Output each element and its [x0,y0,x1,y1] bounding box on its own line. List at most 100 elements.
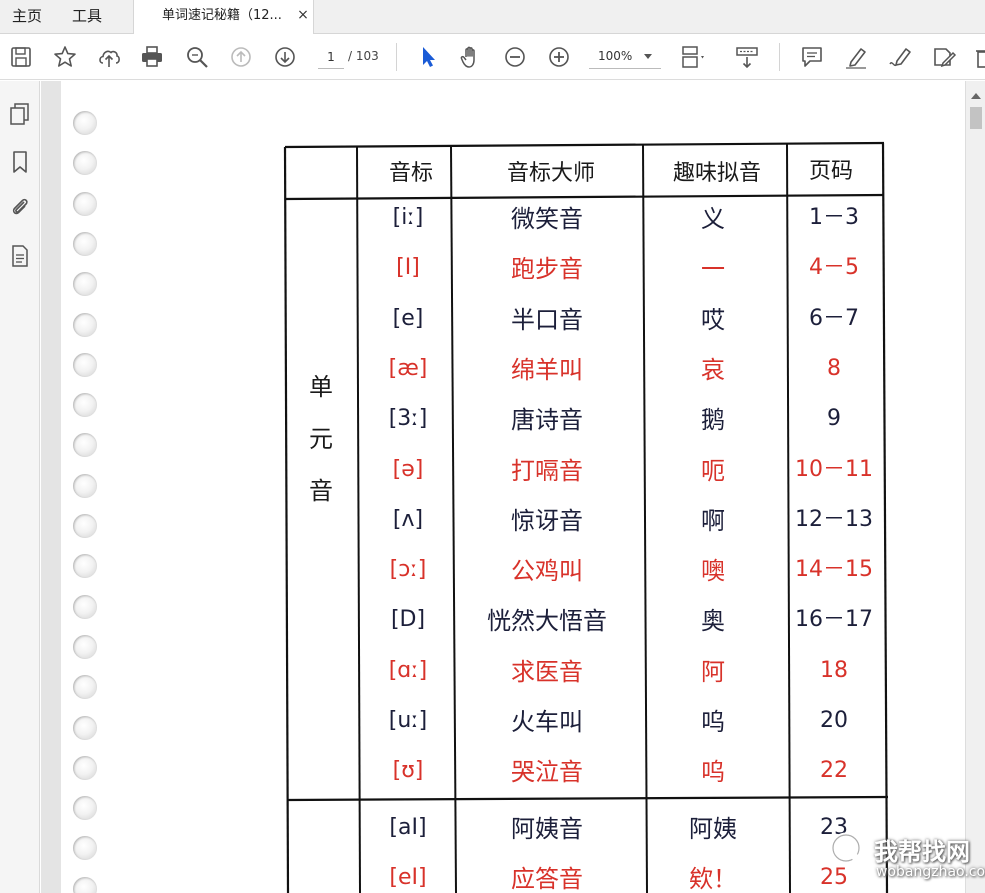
table-cell-sound: 阿姨 [689,814,737,843]
table-cell-pages: 22 [820,758,848,784]
table-cell-sound: 呜 [701,758,725,787]
table-cell-symbol: [ʌ] [392,506,424,532]
table-cell-symbol: [D] [390,607,426,633]
tab-bar: 主页 工具 单词速记秘籍（12... × [0,0,985,35]
table-cell-symbol: [e] [392,305,424,331]
table-cell-sound: 哎 [701,305,725,334]
table-cell-name: 恍然大悟音 [487,607,607,636]
table-cell-name: 公鸡叫 [511,557,583,586]
print-icon[interactable] [138,43,166,71]
table-cell-name: 微笑音 [511,205,583,233]
zoom-value: 100% [598,49,633,63]
document-viewport[interactable]: 音标 音标大师 趣味拟音 页码 单 元 音 [iː] 微笑音 义 1－3 [I] 跑步音 一… [41,81,965,893]
attachment-icon[interactable] [7,194,33,220]
toolbar-divider [396,43,397,71]
page-up-icon[interactable] [227,43,255,71]
table-cell-symbol: [ɔː] [389,557,427,583]
zoom-out-icon[interactable] [501,43,529,71]
zoom-search-icon[interactable] [183,43,211,71]
zoom-in-icon[interactable] [545,43,573,71]
page-total: / 103 [348,49,379,63]
close-icon[interactable]: × [296,8,310,22]
table-cell-name: 火车叫 [511,708,583,736]
chevron-down-icon [644,54,652,59]
scroll-up-arrow-icon[interactable] [971,93,981,99]
table-cell-name: 打嗝音 [511,456,583,485]
tab-document-title: 单词速记秘籍（12... [162,8,282,23]
table-cell-symbol: [eI] [389,864,427,890]
table-cell-sound: 义 [701,205,725,233]
sign-icon[interactable] [886,43,914,71]
table-cell-sound: 呃 [701,456,725,485]
zoom-select[interactable]: 100% [589,45,661,69]
table-cell-name: 惊讶音 [511,506,583,535]
category-label-char: 单 [309,373,333,401]
table-cell-symbol: [iː] [392,205,424,230]
table-cell-symbol: [I] [396,255,420,281]
header-sound: 趣味拟音 [672,161,762,186]
table-cell-symbol: [uː] [388,708,428,733]
page-number-input[interactable] [318,45,344,69]
vertical-scrollbar[interactable] [965,81,985,893]
header-name: 音标大师 [506,161,596,186]
navigation-panel [0,81,40,893]
table-cell-pages: 6－7 [809,305,859,331]
table-cell-name: 绵羊叫 [511,355,583,384]
header-symbol: 音标 [388,161,434,186]
upload-cloud-icon[interactable] [95,43,123,71]
watermark: 我帮找网 wobangzhao.com [826,828,985,890]
highlight-pen-icon[interactable] [842,43,870,71]
table-cell-name: 应答音 [511,864,583,893]
table-cell-sound: 鹅 [701,406,725,435]
table-cell-symbol: [ɑː] [388,657,428,683]
edit-tool-icon[interactable] [929,43,957,71]
star-icon[interactable] [51,43,79,71]
table-cell-pages: 12－13 [795,506,873,532]
tab-tools[interactable]: 工具 [72,0,102,34]
hand-icon[interactable] [457,43,485,71]
table-cell-sound: 一 [701,255,725,284]
table-cell-pages: 20 [820,708,848,733]
main-toolbar: / 103 100% [0,34,985,80]
table-cell-name: 求医音 [511,657,583,686]
magnifier-logo-icon [830,832,872,874]
page-down-icon[interactable] [271,43,299,71]
table-cell-name: 阿姨音 [511,814,583,843]
table-cell-pages: 9 [827,406,841,432]
table-cell-symbol: [ə] [392,456,424,482]
watermark-text-en: wobangzhao.com [876,864,985,880]
table-cell-sound: 呜 [701,708,725,736]
comment-icon[interactable] [798,43,826,71]
toolbar-divider [779,43,780,71]
table-cell-pages: 10－11 [795,456,873,482]
fit-page-icon[interactable] [678,43,706,71]
document-properties-icon[interactable] [7,243,33,269]
table-cell-symbol: [aI] [389,814,427,840]
pdf-page: 音标 音标大师 趣味拟音 页码 单 元 音 [iː] 微笑音 义 1－3 [I] 跑步音 一… [61,81,965,893]
table-cell-sound: 阿 [701,657,725,686]
page-thumbnails-icon[interactable] [7,101,33,127]
table-cell-pages: 14－15 [795,557,873,583]
table-cell-sound: 欸！ [689,864,737,893]
scroll-thumb[interactable] [970,107,982,129]
table-cell-name: 跑步音 [511,255,583,284]
read-mode-icon[interactable] [733,43,761,71]
tab-document[interactable]: 单词速记秘籍（12... × [133,0,314,35]
table-cell-name: 半口音 [511,305,583,334]
select-cursor-icon[interactable] [414,43,442,71]
header-pages: 页码 [808,159,854,184]
table-cell-name: 唐诗音 [511,406,583,435]
table-cell-sound: 啊 [701,506,725,535]
bookmark-icon[interactable] [7,149,33,175]
table-cell-pages: 4－5 [809,255,859,281]
tab-home[interactable]: 主页 [12,0,42,34]
table-cell-symbol: [3ː] [388,406,428,432]
watermark-text-cn: 我帮找网 [874,838,970,866]
save-icon[interactable] [7,43,35,71]
delete-icon[interactable] [971,43,985,71]
table-cell-symbol: [æ] [388,355,428,381]
table-cell-sound: 哀 [701,355,725,384]
table-cell-symbol: [ʊ] [392,758,424,784]
table-cell-sound: 噢 [701,557,725,586]
table-cell-name: 哭泣音 [511,758,583,787]
